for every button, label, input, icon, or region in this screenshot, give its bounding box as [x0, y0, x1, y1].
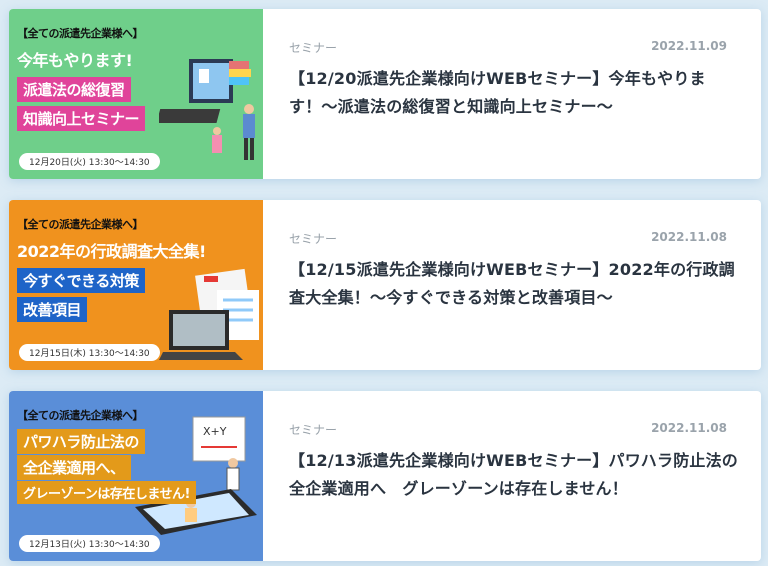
banner-line3: グレーゾーンは存在しません!: [17, 481, 196, 504]
banner-line2: 今すぐできる対策: [17, 268, 145, 293]
article-thumbnail[interactable]: 【全ての派遣先企業様へ】 今年もやります! 派遣法の総復習 知識向上セミナー 1…: [9, 9, 263, 179]
article-info[interactable]: セミナー 2022.11.09 【12/20派遣先企業様向けWEBセミナー】今年…: [263, 9, 761, 179]
article-title[interactable]: 【12/20派遣先企業様向けWEBセミナー】今年もやります！〜派遣法の総復習と知…: [289, 65, 739, 121]
banner-line1: 今年もやります!: [17, 51, 133, 70]
banner-line1: 2022年の行政調査大全集!: [17, 242, 206, 261]
post-date: 2022.11.08: [651, 230, 727, 244]
banner-line3: 改善項目: [17, 297, 88, 322]
article-card[interactable]: X+Y 【全ての派遣先企業様へ】 パワハラ防止法の 全企業適用へ、 グレーゾーン…: [9, 391, 761, 561]
banner-date: 12月15日(木) 13:30〜14:30: [19, 344, 160, 361]
article-info[interactable]: セミナー 2022.11.08 【12/15派遣先企業様向けWEBセミナー】20…: [263, 200, 761, 370]
category-label: セミナー: [289, 232, 338, 246]
article-card[interactable]: 【全ての派遣先企業様へ】 今年もやります! 派遣法の総復習 知識向上セミナー 1…: [9, 9, 761, 179]
category-label: セミナー: [289, 423, 338, 437]
banner-date: 12月20日(火) 13:30〜14:30: [19, 153, 160, 170]
article-thumbnail[interactable]: 【全ての派遣先企業様へ】 2022年の行政調査大全集! 今すぐできる対策 改善項…: [9, 200, 263, 370]
banner-tag: 【全ての派遣先企業様へ】: [17, 409, 144, 422]
svg-text:X+Y: X+Y: [203, 425, 227, 438]
article-thumbnail[interactable]: X+Y 【全ての派遣先企業様へ】 パワハラ防止法の 全企業適用へ、 グレーゾーン…: [9, 391, 263, 561]
category-label: セミナー: [289, 41, 338, 55]
post-date: 2022.11.08: [651, 421, 727, 435]
banner-line2: 派遣法の総復習: [17, 77, 131, 102]
article-card[interactable]: 【全ての派遣先企業様へ】 2022年の行政調査大全集! 今すぐできる対策 改善項…: [9, 200, 761, 370]
article-title[interactable]: 【12/15派遣先企業様向けWEBセミナー】2022年の行政調査大全集！〜今すぐ…: [289, 256, 739, 312]
article-title[interactable]: 【12/13派遣先企業様向けWEBセミナー】パワハラ防止法の全企業適用へ グレー…: [289, 447, 739, 503]
banner-tag: 【全ての派遣先企業様へ】: [17, 27, 144, 40]
seminar-illustration: [159, 59, 255, 160]
banner-line1: パワハラ防止法の: [17, 429, 145, 454]
banner-date: 12月13日(火) 13:30〜14:30: [19, 535, 160, 552]
post-date: 2022.11.09: [651, 39, 727, 53]
article-info[interactable]: セミナー 2022.11.08 【12/13派遣先企業様向けWEBセミナー】パワ…: [263, 391, 761, 561]
banner-tag: 【全ての派遣先企業様へ】: [17, 218, 144, 231]
banner-line3: 知識向上セミナー: [17, 106, 146, 131]
laptop-document-illustration: [159, 268, 259, 360]
banner-line2: 全企業適用へ、: [17, 455, 131, 480]
